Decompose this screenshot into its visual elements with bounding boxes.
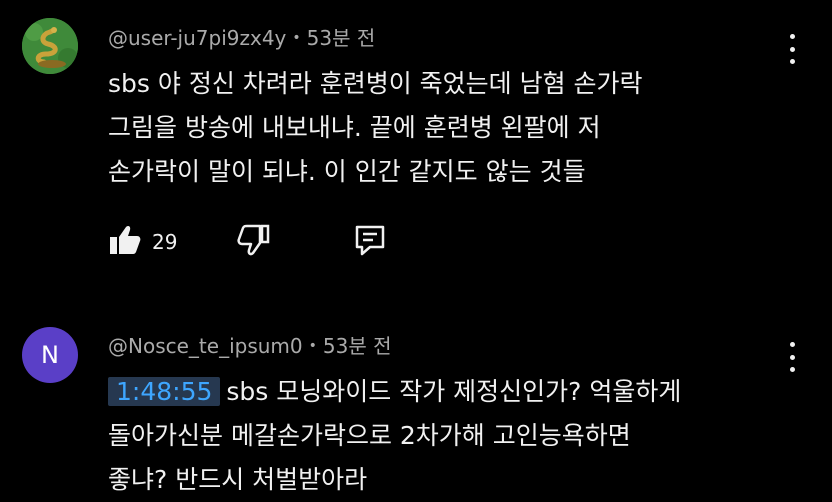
reply-button[interactable] <box>353 223 387 261</box>
comment-line: sbs 야 정신 차려라 훈련병이 죽었는데 남혐 손가락 <box>108 69 643 98</box>
more-options-icon[interactable] <box>780 342 804 372</box>
author-handle[interactable]: @Nosce_te_ipsum0 <box>108 334 303 358</box>
avatar[interactable]: N <box>22 327 78 383</box>
like-button[interactable] <box>108 223 142 261</box>
comment-meta: @user-ju7pi9zx4y • 53분 전 <box>108 24 375 52</box>
comment-item: N @Nosce_te_ipsum0 • 53분 전 1:48:55 sbs 모닝와이… <box>0 310 832 494</box>
comment-text: 1:48:55 sbs 모닝와이드 작가 제정신인가? 억울하게 돌아가신분 메갈… <box>108 370 788 502</box>
comment-actions: 29 <box>108 222 387 262</box>
comment-line: 그림을 방송에 내보내냐. 끝에 훈련병 왼팔에 저 <box>108 113 601 142</box>
thumbs-up-icon <box>110 226 141 254</box>
timestamp-link[interactable]: 1:48:55 <box>108 377 221 406</box>
more-options-icon[interactable] <box>780 34 804 64</box>
comment-time[interactable]: 53분 전 <box>307 26 376 50</box>
comment-time[interactable]: 53분 전 <box>323 334 392 358</box>
dislike-button[interactable] <box>237 223 271 261</box>
comment-line: 돌아가신분 메갈손가락으로 2차가해 고인능욕하면 <box>108 421 631 450</box>
comment-item: @user-ju7pi9zx4y • 53분 전 sbs 야 정신 차려라 훈련병이… <box>0 0 832 300</box>
avatar[interactable] <box>22 18 78 74</box>
meta-separator: • <box>308 338 317 354</box>
comment-line: 좋냐? 반드시 처벌받아라 <box>108 465 368 494</box>
avatar-letter: N <box>41 341 59 369</box>
like-count: 29 <box>152 230 178 254</box>
comment-line: 손가락이 말이 되냐. 이 인간 같지도 않는 것들 <box>108 157 586 186</box>
thumbs-down-icon <box>237 224 270 256</box>
author-handle[interactable]: @user-ju7pi9zx4y <box>108 26 286 50</box>
reply-icon <box>356 225 385 256</box>
meta-separator: • <box>292 30 301 46</box>
comment-line-rest: sbs 모닝와이드 작가 제정신인가? 억울하게 <box>226 377 682 406</box>
comment-line: 1:48:55 sbs 모닝와이드 작가 제정신인가? 억울하게 <box>108 370 788 414</box>
snake-avatar-icon <box>22 18 78 74</box>
comment-meta: @Nosce_te_ipsum0 • 53분 전 <box>108 332 392 360</box>
comment-text: sbs 야 정신 차려라 훈련병이 죽었는데 남혐 손가락 그림을 방송에 내보… <box>108 62 788 194</box>
